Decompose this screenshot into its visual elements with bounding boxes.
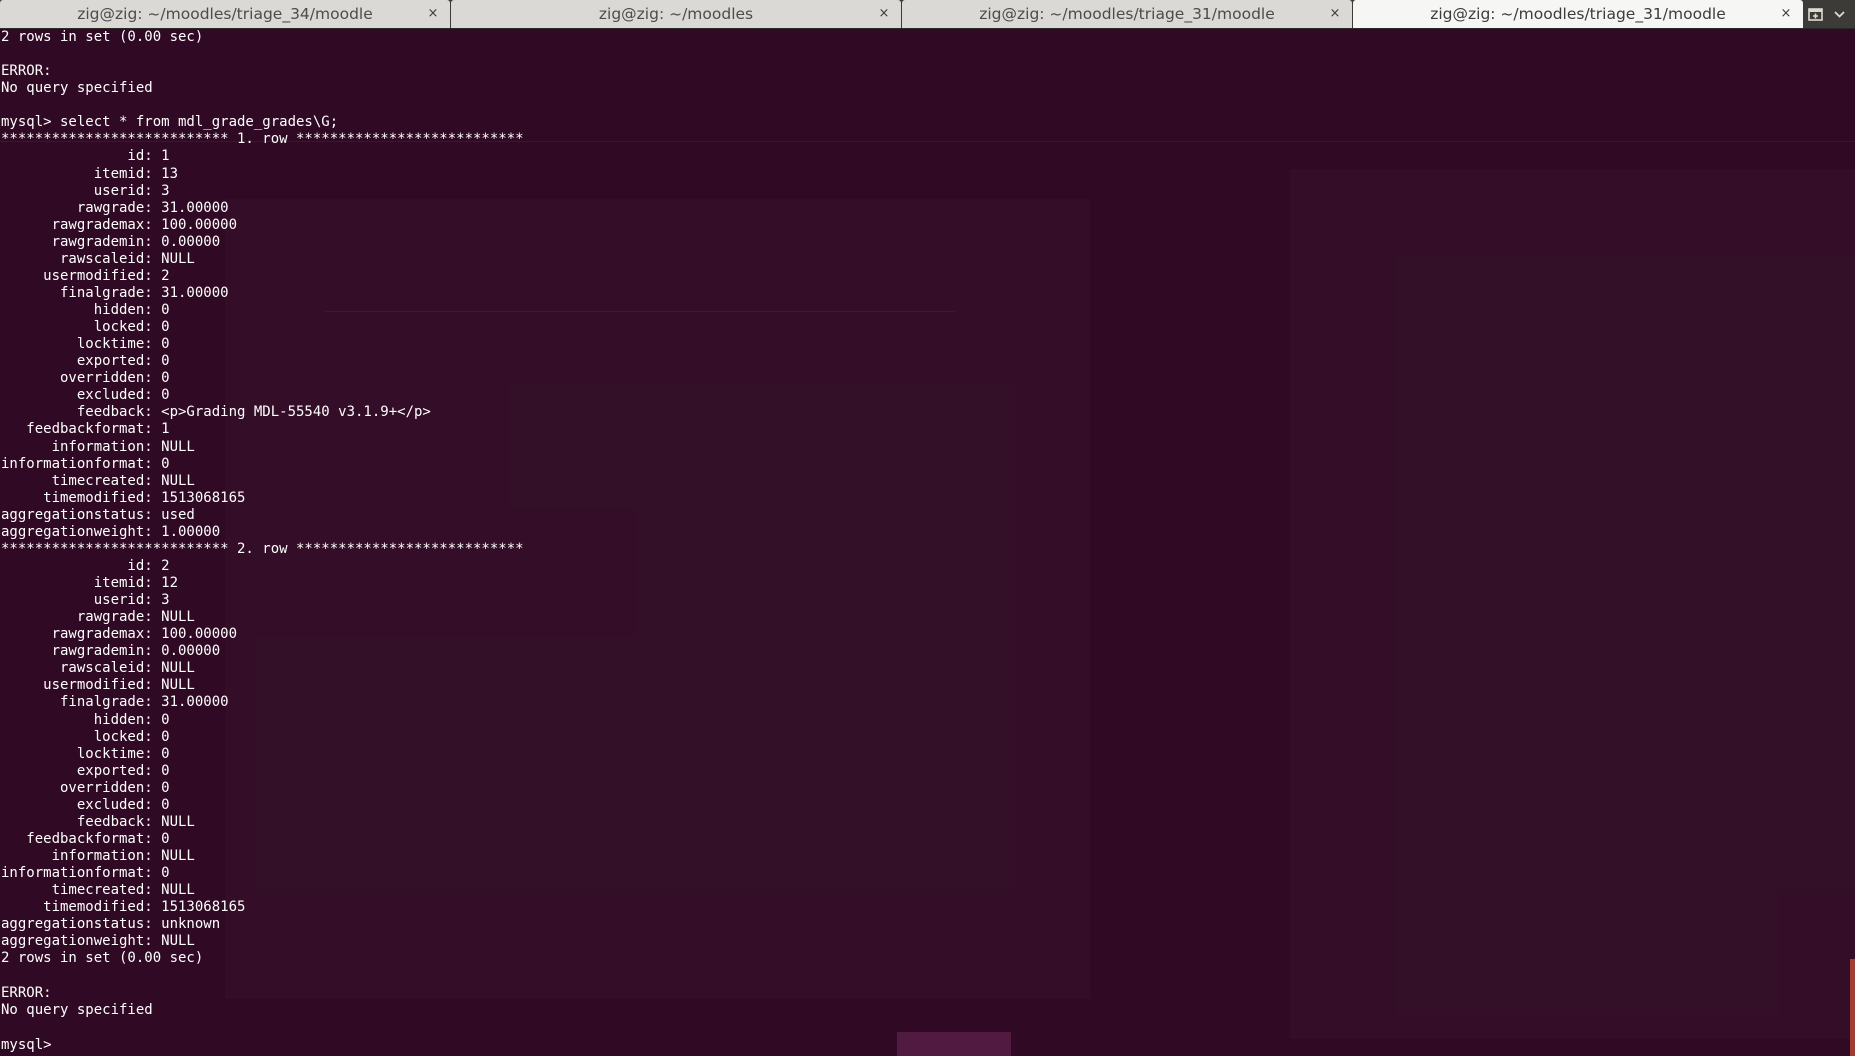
tab-triage-31-active[interactable]: zig@zig: ~/moodles/triage_31/moodle × [1353,0,1803,28]
terminal-line: exported: 0 [1,762,170,779]
terminal-line: rawscaleid: NULL [1,660,195,677]
terminal-line: rawscaleid: NULL [1,250,195,267]
terminal-line: No query specified [1,1001,153,1018]
terminal-line: 2 rows in set (0.00 sec) [1,950,204,967]
new-tab-icon[interactable] [1807,6,1823,22]
terminal-line: userid: 3 [1,182,170,199]
terminal-line: overridden: 0 [1,779,170,796]
terminal-line: rawgrade: 31.00000 [1,199,229,216]
terminal-line: aggregationstatus: used [1,506,195,523]
terminal-line: informationformat: 0 [1,865,170,882]
terminal-line: locktime: 0 [1,336,170,353]
terminal-scrollbar[interactable] [1850,959,1855,1056]
tab-moodles[interactable]: zig@zig: ~/moodles × [451,0,901,28]
terminal-line: informationformat: 0 [1,455,170,472]
terminal-line: excluded: 0 [1,796,170,813]
mysql-prompt-line: mysql> [1,1036,524,1053]
terminal-line: ERROR: [1,63,52,80]
text-cursor [60,1036,69,1052]
terminal-line: hidden: 0 [1,711,170,728]
tab-title: zig@zig: ~/moodles [598,5,754,23]
terminal-line: aggregationstatus: unknown [1,916,221,933]
terminal-line: feedbackformat: 1 [1,421,170,438]
terminal-line: finalgrade: 31.00000 [1,694,229,711]
terminal-line: id: 1 [1,148,170,165]
terminal-line: locked: 0 [1,319,170,336]
tab-actions [1804,0,1855,28]
terminal-line: timemodified: 1513068165 [1,489,246,506]
terminal-line: *************************** 2. row *****… [1,540,524,557]
tab-title: zig@zig: ~/moodles/triage_31/moodle [979,5,1275,23]
terminal-line: excluded: 0 [1,387,170,404]
terminal-line: rawgrademax: 100.00000 [1,216,238,233]
terminal-line: information: NULL [1,438,195,455]
terminal-line: aggregationweight: NULL [1,933,195,950]
tab-triage-34[interactable]: zig@zig: ~/moodles/triage_34/moodle × [0,0,450,28]
tab-title: zig@zig: ~/moodles/triage_31/moodle [1430,5,1726,23]
close-icon[interactable]: × [1327,6,1343,22]
terminal-line: itemid: 13 [1,165,179,182]
chevron-down-icon[interactable] [1831,6,1847,22]
terminal-line: feedback: <p>Grading MDL-55540 v3.1.9+</… [1,404,431,421]
terminal-tab-bar: zig@zig: ~/moodles/triage_34/moodle × zi… [0,0,1855,29]
terminal-line: rawgrademin: 0.00000 [1,643,221,660]
terminal-line: timecreated: NULL [1,882,195,899]
terminal-line: timemodified: 1513068165 [1,899,246,916]
terminal-line: locktime: 0 [1,745,170,762]
terminal-text: 2 rows in set (0.00 sec) ERROR: No query s… [1,29,524,1053]
terminal-line: id: 2 [1,557,170,574]
terminal-line: rawgrademax: 100.00000 [1,626,238,643]
terminal-line: feedbackformat: 0 [1,830,170,847]
terminal-line: usermodified: 2 [1,267,170,284]
terminal-line: information: NULL [1,848,195,864]
close-icon[interactable]: × [425,6,441,22]
terminal-line: No query specified [1,80,153,97]
tab-title: zig@zig: ~/moodles/triage_34/moodle [77,5,373,23]
terminal-line: rawgrade: NULL [1,609,195,626]
terminal-line: *************************** 1. row *****… [1,131,524,148]
terminal-line: finalgrade: 31.00000 [1,284,229,301]
terminal-line: 2 rows in set (0.00 sec) [1,29,204,45]
terminal-output-area[interactable]: 2 rows in set (0.00 sec) ERROR: No query s… [0,29,1855,1056]
terminal-line: exported: 0 [1,353,170,370]
terminal-line: timecreated: NULL [1,472,195,489]
terminal-line: feedback: NULL [1,813,195,830]
close-icon[interactable]: × [876,6,892,22]
terminal-line: mysql> select * from mdl_grade_grades\G; [1,114,339,131]
terminal-line: aggregationweight: 1.00000 [1,523,221,540]
terminal-line: itemid: 12 [1,575,179,591]
terminal-line: locked: 0 [1,728,170,745]
terminal-line: hidden: 0 [1,302,170,318]
terminal-line: usermodified: NULL [1,677,195,694]
terminal-line: userid: 3 [1,592,170,609]
close-icon[interactable]: × [1778,6,1794,22]
terminal-line: rawgrademin: 0.00000 [1,233,221,250]
terminal-line: ERROR: [1,984,52,1001]
terminal-line: overridden: 0 [1,370,170,387]
tab-triage-31[interactable]: zig@zig: ~/moodles/triage_31/moodle × [902,0,1352,28]
